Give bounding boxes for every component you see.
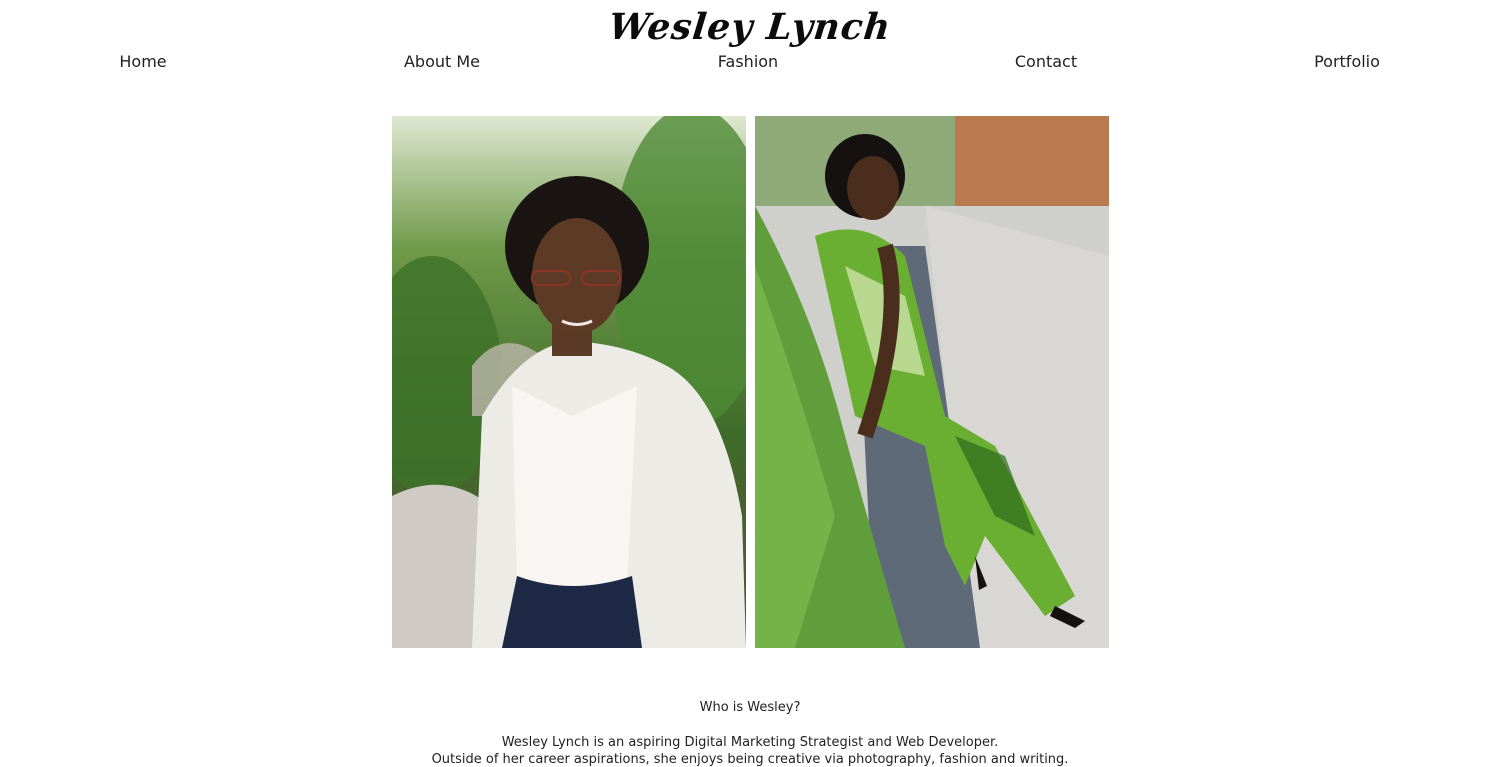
- nav-about-link[interactable]: About Me: [404, 52, 480, 71]
- portrait-blazer-image: [392, 116, 746, 648]
- nav-fashion-link[interactable]: Fashion: [718, 52, 778, 71]
- nav-portfolio-link[interactable]: Portfolio: [1314, 52, 1380, 71]
- about-heading: Who is Wesley?: [699, 700, 801, 715]
- about-bio-line-1: Wesley Lynch is an aspiring Digital Mark…: [501, 735, 999, 750]
- portrait-jumpsuit-image: [755, 116, 1109, 648]
- portrait-photo-jumpsuit: [755, 116, 1109, 648]
- about-bio-line-2: Outside of her career aspirations, she e…: [431, 752, 1069, 767]
- site-title: Wesley Lynch: [606, 6, 894, 48]
- portrait-photo-blazer: [392, 116, 746, 648]
- main-nav: Home About Me Fashion Contact Portfolio: [0, 52, 1500, 76]
- nav-contact-link[interactable]: Contact: [1015, 52, 1077, 71]
- nav-home-link[interactable]: Home: [119, 52, 166, 71]
